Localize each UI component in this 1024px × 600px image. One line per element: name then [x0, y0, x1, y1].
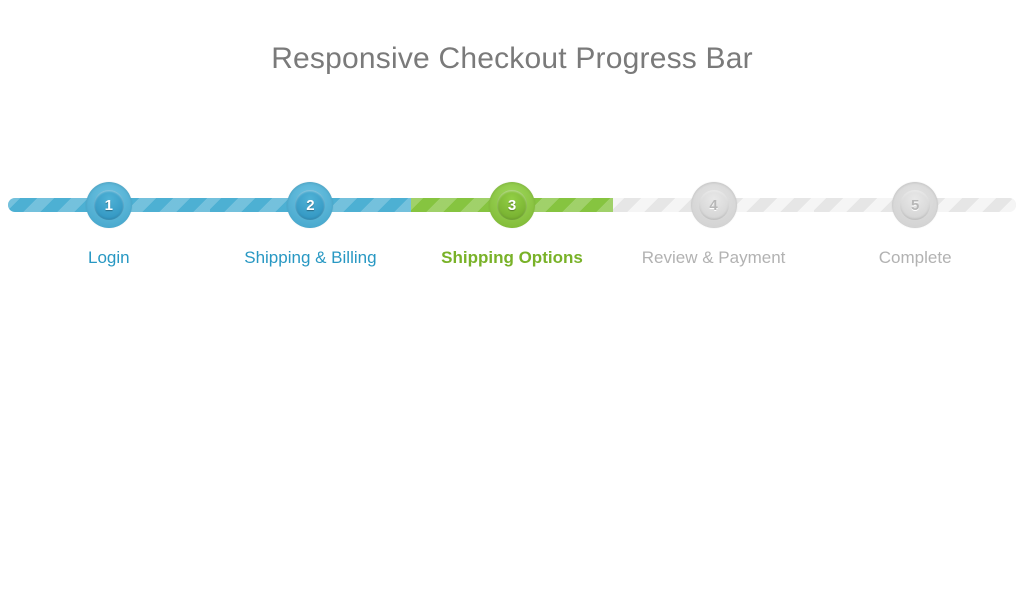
step-disc: 3 — [489, 182, 535, 228]
progress-step-1[interactable]: 1 Login — [8, 176, 210, 268]
step-number: 4 — [699, 190, 729, 220]
step-label: Complete — [879, 248, 952, 268]
step-disc: 5 — [892, 182, 938, 228]
step-number: 3 — [497, 190, 527, 220]
step-number: 5 — [900, 190, 930, 220]
progress-step-5[interactable]: 5 Complete — [814, 176, 1016, 268]
step-label: Login — [88, 248, 130, 268]
step-disc: 1 — [86, 182, 132, 228]
progress-step-4[interactable]: 4 Review & Payment — [613, 176, 815, 268]
step-label: Review & Payment — [642, 248, 786, 268]
step-label: Shipping & Billing — [244, 248, 376, 268]
step-label: Shipping Options — [441, 248, 583, 268]
step-disc: 4 — [691, 182, 737, 228]
step-disc: 2 — [287, 182, 333, 228]
page-title: Responsive Checkout Progress Bar — [0, 0, 1024, 76]
step-number: 2 — [295, 190, 325, 220]
checkout-progress-bar: 1 Login 2 Shipping & Billing 3 Shipping Optio… — [8, 176, 1016, 316]
progress-step-3[interactable]: 3 Shipping Options — [411, 176, 613, 268]
step-number: 1 — [94, 190, 124, 220]
progress-steps: 1 Login 2 Shipping & Billing 3 Shipping Optio… — [8, 176, 1016, 268]
progress-step-2[interactable]: 2 Shipping & Billing — [210, 176, 412, 268]
